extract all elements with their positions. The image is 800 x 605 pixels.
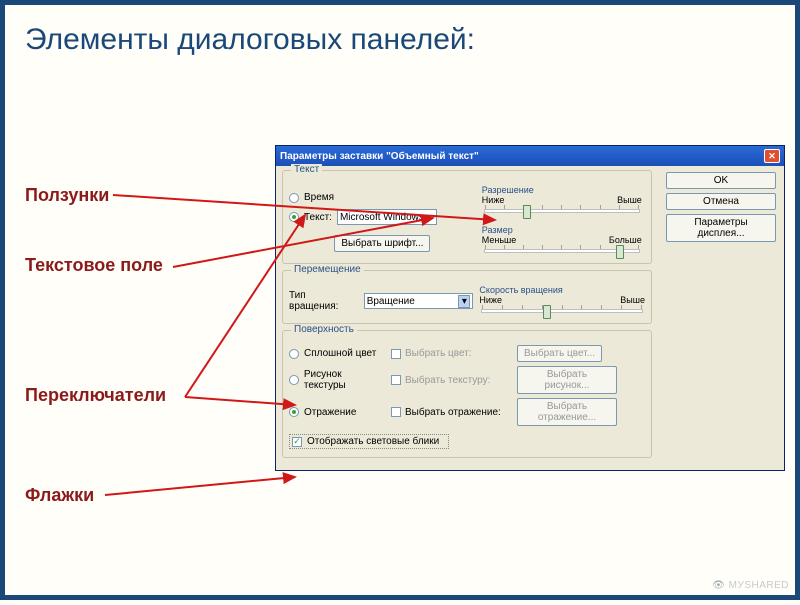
spin-type-combo[interactable]: Вращение ▾	[364, 293, 474, 309]
slider-track[interactable]	[481, 309, 643, 313]
slider-high: Выше	[617, 195, 642, 205]
radio-icon	[289, 212, 299, 222]
label-checkboxes: Флажки	[25, 485, 94, 506]
group-surface: Поверхность Сплошной цвет Выбрать цвет: …	[282, 330, 652, 458]
group-surface-legend: Поверхность	[291, 324, 357, 335]
spin-type-label: Тип вращения:	[289, 290, 358, 312]
radio-reflection[interactable]: Отражение	[289, 407, 385, 418]
cancel-button[interactable]: Отмена	[666, 193, 776, 210]
label-radios: Переключатели	[25, 385, 166, 406]
slider-speed: Скорость вращения Ниже Выше	[479, 285, 645, 317]
check-texture-label: Выбрать текстуру:	[405, 375, 490, 386]
check-glare-label: Отображать световые блики	[307, 436, 439, 447]
slider-legend: Разрешение	[482, 185, 642, 195]
radio-text-label: Текст:	[304, 212, 332, 223]
group-text: Текст Время Текст: Выбрать ш	[282, 170, 652, 264]
check-choose-reflection[interactable]: Выбрать отражение:	[391, 407, 511, 418]
radio-reflect-label: Отражение	[304, 407, 356, 418]
dialog-window: Параметры заставки "Объемный текст" ✕ OK…	[275, 145, 785, 471]
checkbox-icon	[391, 349, 401, 359]
window-title: Параметры заставки "Объемный текст"	[280, 151, 479, 162]
text-input[interactable]	[337, 209, 437, 225]
slider-low: Ниже	[479, 295, 502, 305]
check-reflect-label: Выбрать отражение:	[405, 407, 501, 418]
radio-texture-label: Рисунок текстуры	[304, 369, 385, 391]
choose-reflection-button[interactable]: Выбрать отражение...	[517, 398, 617, 426]
radio-time-label: Время	[304, 192, 334, 203]
check-color-label: Выбрать цвет:	[405, 348, 472, 359]
checkbox-icon	[391, 407, 401, 417]
slider-track[interactable]	[484, 249, 640, 253]
slider-size: Размер Меньше Больше	[482, 225, 642, 257]
radio-text[interactable]: Текст:	[289, 209, 476, 225]
choose-font-button[interactable]: Выбрать шрифт...	[334, 235, 430, 252]
display-params-button[interactable]: Параметры дисплея...	[666, 214, 776, 242]
label-textfield: Текстовое поле	[25, 255, 163, 276]
combo-value: Вращение	[367, 296, 415, 307]
radio-texture[interactable]: Рисунок текстуры	[289, 369, 385, 391]
group-move-legend: Перемещение	[291, 264, 364, 275]
radio-solid-label: Сплошной цвет	[304, 348, 376, 359]
radio-solid-color[interactable]: Сплошной цвет	[289, 348, 385, 359]
checkbox-icon	[391, 375, 401, 385]
slider-legend: Скорость вращения	[479, 285, 645, 295]
radio-icon	[289, 193, 299, 203]
slide-title: Элементы диалоговых панелей:	[25, 23, 475, 57]
choose-texture-button[interactable]: Выбрать рисунок...	[517, 366, 617, 394]
radio-icon	[289, 349, 299, 359]
group-text-legend: Текст	[291, 164, 322, 175]
close-icon[interactable]: ✕	[764, 149, 780, 163]
checkbox-icon: ✓	[292, 437, 302, 447]
choose-color-button[interactable]: Выбрать цвет...	[517, 345, 602, 362]
slider-low: Ниже	[482, 195, 505, 205]
slider-high: Больше	[609, 235, 642, 245]
ok-button[interactable]: OK	[666, 172, 776, 189]
watermark: 👁 МУSНАRED	[712, 580, 789, 591]
slider-low: Меньше	[482, 235, 517, 245]
check-glare[interactable]: ✓ Отображать световые блики	[289, 434, 449, 449]
check-choose-color[interactable]: Выбрать цвет:	[391, 348, 511, 359]
slider-high: Выше	[620, 295, 645, 305]
check-choose-texture[interactable]: Выбрать текстуру:	[391, 375, 511, 386]
slider-resolution: Разрешение Ниже Выше	[482, 185, 642, 217]
group-move: Перемещение Тип вращения: Вращение ▾ Ско…	[282, 270, 652, 324]
titlebar[interactable]: Параметры заставки "Объемный текст" ✕	[276, 146, 784, 166]
slider-legend: Размер	[482, 225, 642, 235]
chevron-down-icon: ▾	[458, 295, 470, 308]
label-sliders: Ползунки	[25, 185, 109, 206]
slider-track[interactable]	[484, 209, 640, 213]
radio-icon	[289, 407, 299, 417]
radio-icon	[289, 375, 299, 385]
radio-time[interactable]: Время	[289, 192, 476, 203]
